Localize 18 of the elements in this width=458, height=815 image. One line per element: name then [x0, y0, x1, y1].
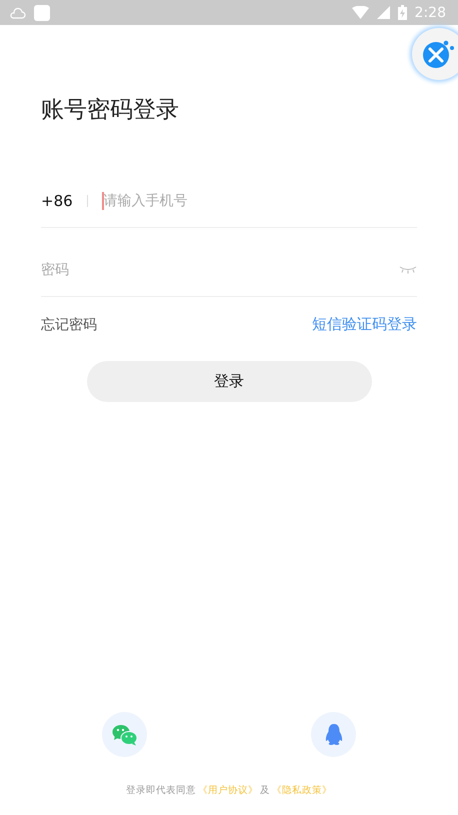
wechat-login-button[interactable]	[102, 712, 147, 757]
country-code[interactable]: +86	[41, 192, 73, 210]
password-input[interactable]: 密码	[41, 262, 399, 278]
wifi-icon	[352, 6, 369, 19]
qq-login-button[interactable]	[311, 712, 356, 757]
conjunction-text: 及	[260, 784, 270, 797]
page-title: 账号密码登录	[41, 96, 180, 125]
weather-icon	[10, 6, 26, 20]
closed-eye-icon[interactable]	[399, 266, 417, 274]
signal-icon	[376, 6, 390, 19]
agreement-notice: 登录即代表同意	[126, 784, 196, 797]
phone-input[interactable]: 请输入手机号	[104, 193, 417, 209]
login-button[interactable]: 登录	[86, 361, 372, 402]
forgot-password-link[interactable]: 忘记密码	[41, 316, 97, 334]
chat-bubbles-icon	[112, 724, 138, 746]
floating-button[interactable]	[412, 28, 458, 80]
penguin-icon	[324, 724, 342, 746]
battery-icon	[398, 5, 407, 20]
